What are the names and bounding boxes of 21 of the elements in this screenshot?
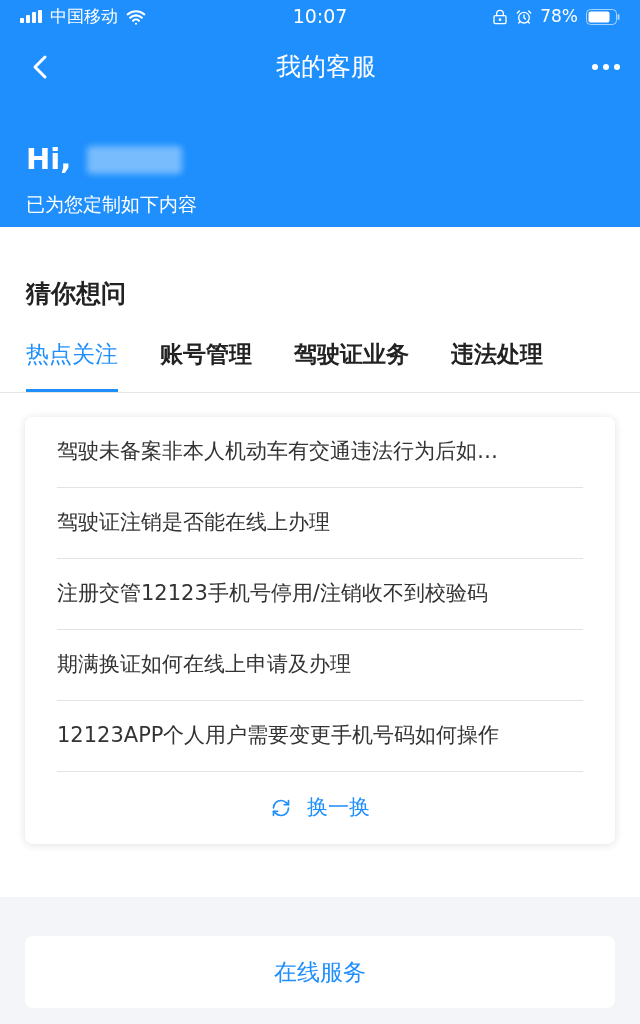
carrier-name: 中国移动 [50, 4, 118, 28]
alarm-icon [516, 8, 533, 25]
more-icon[interactable] [592, 63, 620, 70]
question-item[interactable]: 注册交管12123手机号停用/注销收不到校验码 [57, 559, 583, 630]
battery-icon [586, 8, 620, 25]
category-tab[interactable]: 违法处理 [451, 336, 543, 392]
greeting-subtitle: 已为您定制如下内容 [26, 191, 198, 217]
question-item[interactable]: 驾驶证注销是否能在线上办理 [57, 488, 583, 559]
greeting-text: Hi, [26, 141, 72, 178]
battery-percent: 78% [540, 4, 578, 28]
question-item[interactable]: 驾驶未备案非本人机动车有交通违法行为后如… [57, 417, 583, 488]
section-title: 猜你想问 [24, 278, 127, 310]
question-item[interactable]: 12123APP个人用户需要变更手机号码如何操作 [57, 701, 583, 772]
refresh-icon [270, 798, 291, 818]
rotation-lock-icon [492, 8, 509, 25]
category-tab[interactable]: 账号管理 [160, 336, 252, 392]
page-title: 我的客服 [275, 50, 377, 83]
status-time: 10:07 [292, 4, 348, 30]
category-tab[interactable]: 驾驶证业务 [294, 336, 409, 392]
signal-icon [20, 10, 42, 23]
question-item[interactable]: 期满换证如何在线上申请及办理 [57, 630, 583, 701]
